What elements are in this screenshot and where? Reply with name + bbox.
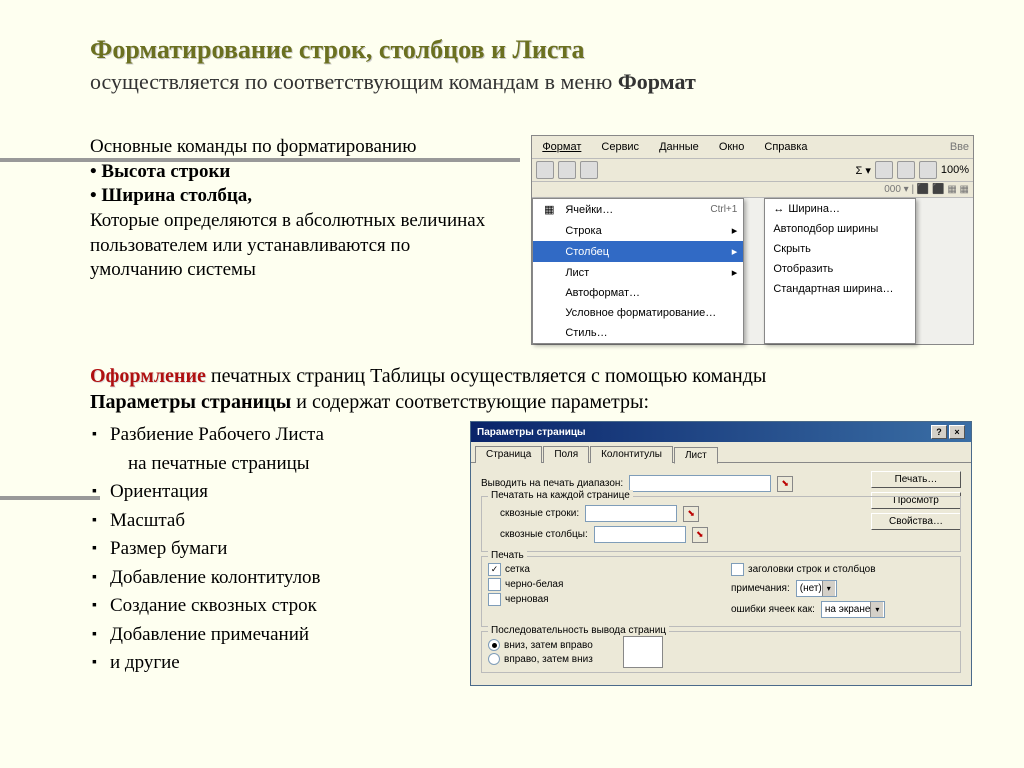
group-label: Печатать на каждой странице <box>488 490 633 501</box>
input-hint: Вве <box>940 138 973 156</box>
tab-margins[interactable]: Поля <box>543 446 589 463</box>
sub-width[interactable]: ↔Ширина… <box>765 199 915 219</box>
oform-heading: Оформление <box>90 365 206 387</box>
list-item: Добавление колонтитулов <box>110 564 450 593</box>
each-page-group: Печатать на каждой странице сквозные стр… <box>481 496 961 552</box>
menu-service[interactable]: Сервис <box>591 138 649 156</box>
sec1-line1: Основные команды по форматированию <box>90 135 501 160</box>
list-item: Ориентация <box>110 478 450 507</box>
errors-select[interactable]: на экране <box>821 601 886 618</box>
zoom-value[interactable]: 100% <box>941 164 969 176</box>
params-list: Разбиение Рабочего Листа на печатные стр… <box>90 421 450 686</box>
toolbar-icon[interactable] <box>580 161 598 179</box>
print-range-input[interactable] <box>629 475 771 492</box>
cols-input[interactable] <box>594 526 686 543</box>
list-item: Добавление примечаний <box>110 621 450 650</box>
radio-down-right[interactable]: вниз, затем вправо <box>488 639 593 651</box>
bullet-height: Высота строки <box>101 161 230 182</box>
divider <box>0 496 100 500</box>
print-button[interactable]: Печать… <box>871 471 961 488</box>
menu-row[interactable]: Строка▸ <box>533 220 743 241</box>
subtitle-text: осуществляется по соответствующим команд… <box>90 69 618 94</box>
toolbar-icon[interactable] <box>558 161 576 179</box>
label-print-range: Выводить на печать диапазон: <box>481 478 623 489</box>
toolbar2: 000 ▾ | ⬛ ⬛ ▦ ▦ <box>532 182 973 198</box>
dialog-title: Параметры страницы <box>477 427 586 438</box>
checkbox-grid[interactable]: ✓сетка <box>488 563 711 576</box>
list-item-cont: на печатные страницы <box>110 450 450 479</box>
page-title: Форматирование строк, столбцов и Листа <box>90 35 974 65</box>
label-cols: сквозные столбцы: <box>500 529 588 540</box>
label-notes: примечания: <box>731 583 790 594</box>
sub-std[interactable]: Стандартная ширина… <box>765 279 915 299</box>
chart-icon[interactable] <box>919 161 937 179</box>
toolbar: Σ ▾ 100% <box>532 159 973 182</box>
tab-page[interactable]: Страница <box>475 446 542 463</box>
menu-conditional[interactable]: Условное форматирование… <box>533 303 743 323</box>
notes-select[interactable]: (нет) <box>796 580 837 597</box>
checkbox-bw[interactable]: черно-белая <box>488 578 711 591</box>
list-item: Разбиение Рабочего Листа <box>110 421 450 450</box>
sub-autofit[interactable]: Автоподбор ширины <box>765 219 915 239</box>
bullet-width: Ширина столбца, <box>101 185 252 206</box>
checkbox-draft[interactable]: черновая <box>488 593 711 606</box>
divider <box>0 158 520 162</box>
menu-screenshot: Формат Сервис Данные Окно Справка Вве Σ … <box>531 135 974 345</box>
page-setup-dialog: Параметры страницы ?× Страница Поля Коло… <box>470 421 972 686</box>
sec1-line2: Которые определяются в абсолютных величи… <box>90 209 501 283</box>
menu-data[interactable]: Данные <box>649 138 709 156</box>
sub-hide[interactable]: Скрыть <box>765 239 915 259</box>
dialog-titlebar: Параметры страницы ?× <box>471 422 971 442</box>
close-icon[interactable]: × <box>949 425 965 439</box>
oform-text: Оформление печатных страниц Таблицы осущ… <box>90 363 974 415</box>
sub-show[interactable]: Отобразить <box>765 259 915 279</box>
list-item: Размер бумаги <box>110 535 450 564</box>
menu-window[interactable]: Окно <box>709 138 755 156</box>
order-group: Последовательность вывода страниц вниз, … <box>481 631 961 673</box>
group-label: Последовательность вывода страниц <box>488 625 669 636</box>
group-label: Печать <box>488 550 527 561</box>
column-submenu: ↔Ширина… Автоподбор ширины Скрыть Отобра… <box>764 198 916 344</box>
list-item: Создание сквозных строк <box>110 592 450 621</box>
menubar: Формат Сервис Данные Окно Справка Вве <box>532 136 973 159</box>
menu-column[interactable]: Столбец▸ <box>533 241 743 262</box>
list-item: Масштаб <box>110 507 450 536</box>
print-group: Печать ✓сетка черно-белая черновая загол… <box>481 556 961 627</box>
range-picker-icon[interactable]: ⬊ <box>777 476 793 492</box>
order-preview-icon <box>623 636 663 668</box>
range-picker-icon[interactable]: ⬊ <box>692 527 708 543</box>
menu-format[interactable]: Формат <box>532 138 591 156</box>
label-rows: сквозные строки: <box>500 508 579 519</box>
tab-sheet[interactable]: Лист <box>674 447 718 464</box>
list-item: и другие <box>110 649 450 678</box>
format-dropdown: ▦Ячейки…Ctrl+1 Строка▸ Столбец▸ Лист▸ Ав… <box>532 198 744 344</box>
dialog-tabs: Страница Поля Колонтитулы Лист <box>471 442 971 463</box>
tab-header[interactable]: Колонтитулы <box>590 446 673 463</box>
rows-input[interactable] <box>585 505 677 522</box>
checkbox-headers[interactable]: заголовки строк и столбцов <box>731 563 954 576</box>
subtitle-bold: Формат <box>618 69 696 94</box>
toolbar-icon[interactable] <box>536 161 554 179</box>
section1-text: Основные команды по форматированию Высот… <box>90 135 501 345</box>
subtitle: осуществляется по соответствующим команд… <box>90 69 974 95</box>
label-errors: ошибки ячеек как: <box>731 604 815 615</box>
menu-cells[interactable]: ▦Ячейки…Ctrl+1 <box>533 199 743 220</box>
help-icon[interactable]: ? <box>931 425 947 439</box>
sort-asc-icon[interactable] <box>875 161 893 179</box>
menu-help[interactable]: Справка <box>754 138 817 156</box>
menu-style[interactable]: Стиль… <box>533 323 743 343</box>
sort-desc-icon[interactable] <box>897 161 915 179</box>
radio-right-down[interactable]: вправо, затем вниз <box>488 653 593 665</box>
range-picker-icon[interactable]: ⬊ <box>683 506 699 522</box>
menu-autoformat[interactable]: Автоформат… <box>533 283 743 303</box>
menu-sheet[interactable]: Лист▸ <box>533 262 743 283</box>
